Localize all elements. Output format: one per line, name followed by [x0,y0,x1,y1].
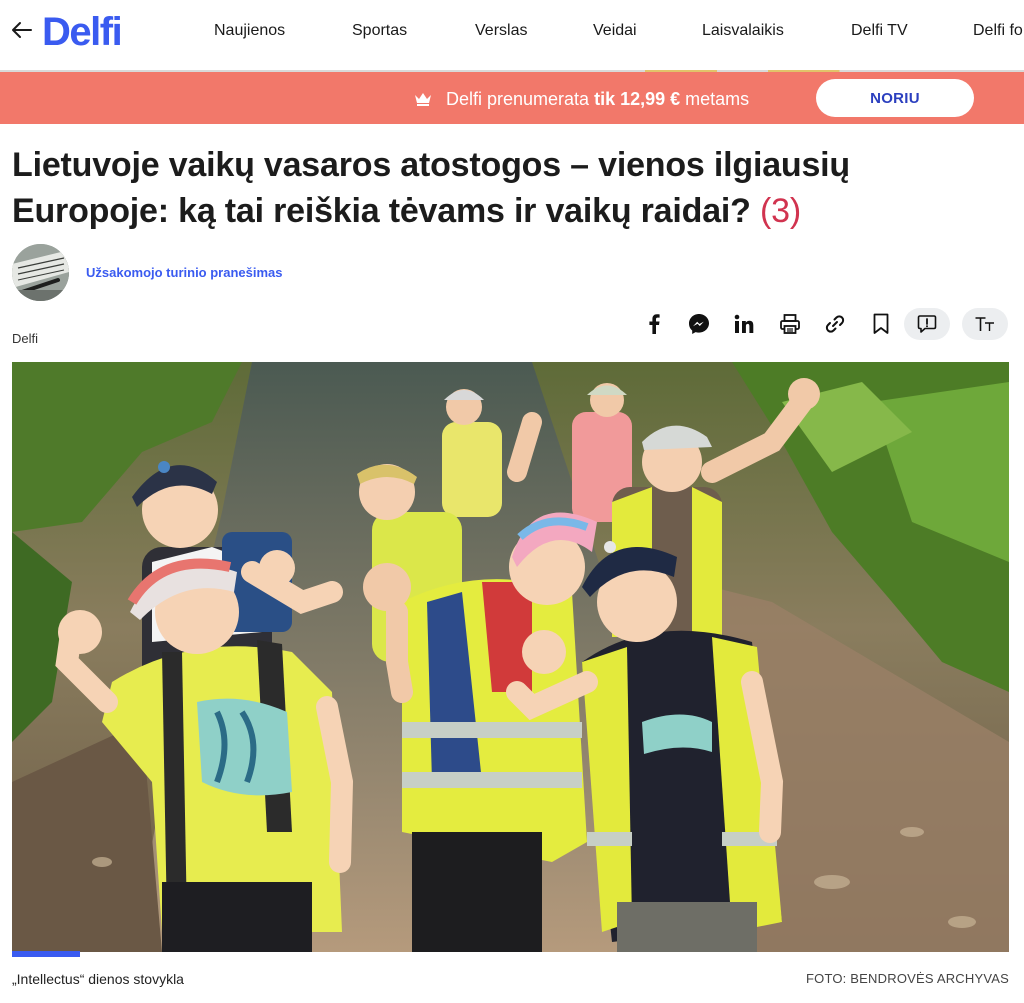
subscription-banner: Delfi prenumerata tik 12,99 € metams NOR… [0,72,1024,124]
nav-item-delfi-tv[interactable]: Delfi TV [851,20,908,42]
bookmark-icon[interactable] [863,308,899,340]
nav-item-sportas[interactable]: Sportas [352,20,407,42]
article-hero-image[interactable] [12,362,1009,952]
comment-icon[interactable] [904,308,950,340]
linkedin-icon[interactable] [726,308,762,340]
promo-text-prefix: Delfi prenumerata [446,89,595,109]
image-credit: FOTO: BENDROVĖS ARCHYVAS [806,971,1009,986]
print-icon[interactable] [772,308,808,340]
promo-text: Delfi prenumerata tik 12,99 € metams [414,88,749,110]
nav-item-veidai[interactable]: Veidai [593,20,637,42]
link-icon[interactable] [817,308,853,340]
top-navigation: Delfi Naujienos Sportas Verslas Veidai L… [0,0,1024,62]
subscribe-button[interactable]: NORIU [816,79,974,117]
nav-item-laisvalaikis[interactable]: Laisvalaikis [702,20,784,42]
author-name[interactable]: Užsakomojo turinio pranešimas [86,264,283,282]
facebook-icon[interactable] [636,308,672,340]
nav-item-delfi-fo[interactable]: Delfi fo [973,20,1023,42]
author-avatar[interactable] [12,244,69,301]
article-title: Lietuvoje vaikų vasaros atostogos – vien… [12,142,1002,234]
promo-text-suffix: metams [680,89,750,109]
gallery-progress-bar [12,951,80,957]
nav-item-naujienos[interactable]: Naujienos [214,20,285,42]
crown-icon [414,89,432,106]
promo-price: tik 12,99 € [594,89,681,109]
article-source: Delfi [12,331,39,346]
main-nav: Naujienos Sportas Verslas Veidai Laisval… [0,20,1024,42]
article-title-text: Lietuvoje vaikų vasaros atostogos – vien… [12,146,850,230]
comment-count[interactable]: (3) [760,192,801,230]
nav-item-verslas[interactable]: Verslas [475,20,527,42]
messenger-icon[interactable] [681,308,717,340]
image-caption: „Intellectus“ dienos stovykla [12,971,184,987]
text-size-icon[interactable] [962,308,1008,340]
